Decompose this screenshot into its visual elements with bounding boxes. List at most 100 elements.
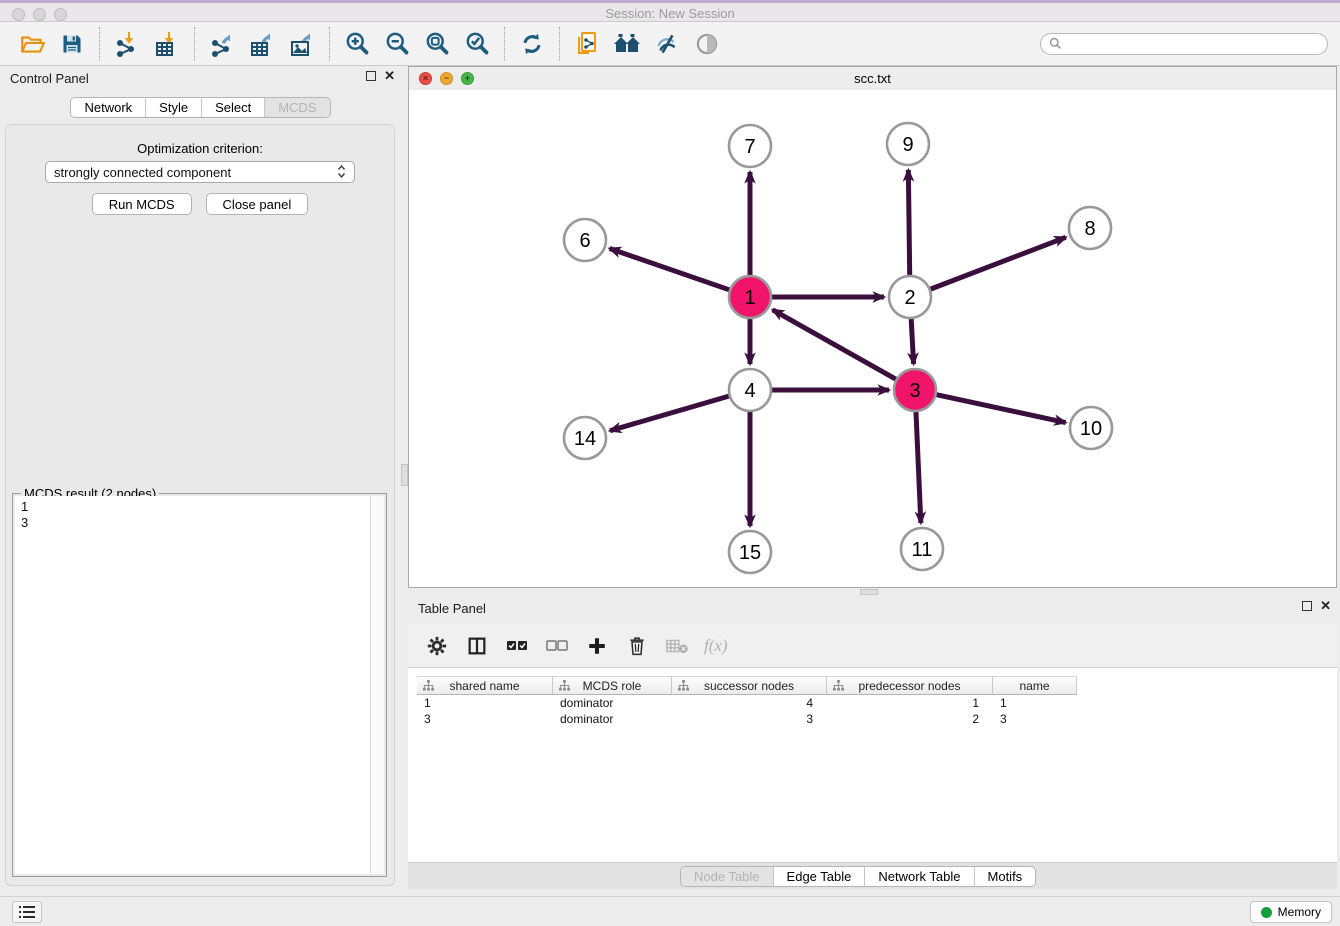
horizontal-splitter[interactable] [408, 588, 1337, 596]
show-task-history-button[interactable] [12, 901, 42, 923]
tab-style[interactable]: Style [146, 98, 202, 117]
graph-node-7[interactable]: 7 [729, 125, 771, 167]
network-canvas[interactable]: 1 2 3 4 6 7 8 9 10 11 14 15 [409, 90, 1336, 587]
zoom-fit-button[interactable] [417, 26, 457, 62]
svg-text:4: 4 [744, 380, 755, 402]
table-cell[interactable]: 2 [827, 711, 993, 727]
mcds-result-list[interactable]: 13 [15, 496, 371, 874]
graph-edge-3-1[interactable] [773, 310, 896, 379]
run-mcds-button[interactable]: Run MCDS [92, 193, 192, 215]
select-all-button[interactable] [504, 633, 530, 659]
memory-button[interactable]: Memory [1250, 901, 1332, 923]
export-image-button[interactable] [282, 26, 322, 62]
search-input[interactable] [1067, 36, 1319, 52]
table-row[interactable]: 1dominator411 [417, 695, 1077, 711]
graph-node-6[interactable]: 6 [564, 219, 606, 261]
graph-node-1[interactable]: 1 [729, 276, 771, 318]
graph-edge-2-8[interactable] [931, 237, 1066, 289]
column-header-mcds-role[interactable]: MCDS role [553, 677, 672, 694]
import-table-button[interactable] [147, 26, 187, 62]
graph-edge-3-11[interactable] [916, 412, 921, 523]
graph-node-14[interactable]: 14 [564, 417, 606, 459]
float-panel-icon[interactable] [1302, 601, 1312, 611]
tab-select[interactable]: Select [202, 98, 265, 117]
vertical-splitter[interactable] [401, 66, 408, 890]
table-cell[interactable]: 3 [672, 711, 827, 727]
table-cell[interactable]: 4 [672, 695, 827, 711]
close-panel-icon[interactable]: ✕ [1320, 600, 1331, 612]
tab-mcds[interactable]: MCDS [265, 98, 329, 117]
plus-icon [586, 635, 608, 657]
tab-network[interactable]: Network [71, 98, 146, 117]
table-panel-title: Table Panel [418, 601, 486, 616]
graph-edge-1-6[interactable] [610, 248, 730, 289]
zoom-out-button[interactable] [377, 26, 417, 62]
graph-edge-2-3[interactable] [911, 319, 913, 364]
clone-network-icon [573, 30, 601, 58]
delete-table-button[interactable] [664, 633, 690, 659]
home-button[interactable] [607, 26, 647, 62]
table-cell[interactable]: 3 [993, 711, 1077, 727]
delete-column-button[interactable] [624, 633, 650, 659]
splitter-grip[interactable] [401, 464, 408, 486]
clone-network-button[interactable] [567, 26, 607, 62]
import-network-button[interactable] [107, 26, 147, 62]
tab-edge-table[interactable]: Edge Table [774, 867, 866, 886]
column-header-shared-name[interactable]: shared name [417, 677, 553, 694]
graph-node-15[interactable]: 15 [729, 531, 771, 573]
zoom-in-button[interactable] [337, 26, 377, 62]
export-network-button[interactable] [202, 26, 242, 62]
table-cell[interactable]: 1 [827, 695, 993, 711]
graph-node-8[interactable]: 8 [1069, 207, 1111, 249]
table-settings-button[interactable] [424, 633, 450, 659]
mcds-result-item[interactable]: 1 [21, 499, 371, 515]
refresh-icon [519, 31, 545, 57]
tab-network-table[interactable]: Network Table [865, 867, 974, 886]
show-columns-button[interactable] [464, 633, 490, 659]
svg-text:8: 8 [1084, 218, 1095, 240]
network-window-titlebar[interactable]: × − + scc.txt [409, 67, 1336, 91]
show-graphics-details-button[interactable] [647, 26, 687, 62]
result-scrollbar[interactable] [370, 496, 384, 874]
graph-edge-4-14[interactable] [610, 396, 729, 431]
toolbar-search[interactable] [1040, 33, 1328, 55]
export-table-button[interactable] [242, 26, 282, 62]
refresh-button[interactable] [512, 26, 552, 62]
column-header-predecessor-nodes[interactable]: predecessor nodes [827, 677, 993, 694]
table-cell[interactable]: 1 [417, 695, 553, 711]
function-builder-button[interactable]: f(x) [704, 633, 728, 659]
toolbar-separator [559, 27, 560, 61]
save-session-button[interactable] [52, 26, 92, 62]
table-row[interactable]: 3dominator323 [417, 711, 1077, 727]
deselect-all-button[interactable] [544, 633, 570, 659]
table-cell[interactable]: 1 [993, 695, 1077, 711]
graph-edge-2-9[interactable] [908, 170, 909, 275]
add-column-button[interactable] [584, 633, 610, 659]
table-cell[interactable]: dominator [553, 711, 672, 727]
column-header-successor-nodes[interactable]: successor nodes [672, 677, 827, 694]
mcds-result-item[interactable]: 3 [21, 515, 371, 531]
splitter-grip[interactable] [860, 589, 878, 595]
optimization-criterion-select[interactable]: strongly connected component [45, 161, 355, 183]
graph-node-11[interactable]: 11 [901, 528, 943, 570]
hide-graphics-details-button[interactable] [687, 26, 727, 62]
graph-node-3[interactable]: 3 [894, 369, 936, 411]
toolbar-separator [329, 27, 330, 61]
column-header-name[interactable]: name [993, 677, 1077, 694]
table-cell[interactable]: dominator [553, 695, 672, 711]
zoom-selected-button[interactable] [457, 26, 497, 62]
tab-motifs[interactable]: Motifs [975, 867, 1036, 886]
graph-node-4[interactable]: 4 [729, 369, 771, 411]
close-panel-button[interactable]: Close panel [206, 193, 309, 215]
tab-node-table[interactable]: Node Table [681, 867, 774, 886]
graph-node-9[interactable]: 9 [887, 123, 929, 165]
open-file-button[interactable] [12, 26, 52, 62]
close-panel-icon[interactable]: ✕ [384, 70, 395, 82]
table-cell[interactable]: 3 [417, 711, 553, 727]
float-panel-icon[interactable] [366, 71, 376, 81]
graph-edge-3-10[interactable] [937, 395, 1066, 423]
network-graph[interactable]: 1 2 3 4 6 7 8 9 10 11 14 15 [409, 90, 1336, 587]
graph-node-10[interactable]: 10 [1070, 407, 1112, 449]
gear-icon [426, 635, 448, 657]
graph-node-2[interactable]: 2 [889, 276, 931, 318]
